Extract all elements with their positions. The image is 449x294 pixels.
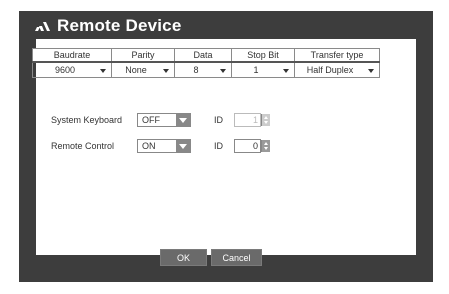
baudrate-value: 9600 [54, 65, 76, 75]
header-transfer-type: Transfer type [294, 48, 380, 63]
stop-bit-value: 1 [253, 65, 259, 75]
chevron-down-icon [163, 69, 169, 73]
chevron-down-icon [283, 69, 289, 73]
cancel-button[interactable]: Cancel [211, 249, 262, 266]
header-data: Data [174, 48, 232, 63]
system-keyboard-id-field[interactable]: 1 [234, 113, 261, 127]
ok-button[interactable]: OK [160, 249, 207, 266]
chevron-down-icon [220, 69, 226, 73]
header-baudrate: Baudrate [32, 48, 112, 63]
remote-control-id-label: ID [214, 141, 223, 151]
chevron-down-icon [368, 69, 374, 73]
parity-value: None [125, 65, 147, 75]
header-stop-bit: Stop Bit [231, 48, 295, 63]
system-keyboard-dropdown[interactable]: OFF [137, 113, 191, 127]
data-value: 8 [193, 65, 199, 75]
chevron-down-icon[interactable] [176, 114, 190, 126]
up-arrow-icon[interactable] [264, 142, 268, 145]
chevron-down-icon[interactable] [176, 140, 190, 152]
remote-control-label: Remote Control [51, 141, 115, 151]
transfer-type-value: Half Duplex [306, 65, 354, 75]
remote-control-id-spinner[interactable] [261, 140, 270, 152]
system-keyboard-id-label: ID [214, 115, 223, 125]
title-bar: Remote Device [19, 11, 433, 39]
remote-device-icon [35, 22, 50, 31]
parity-dropdown[interactable]: None [111, 61, 175, 78]
system-keyboard-label: System Keyboard [51, 115, 123, 125]
header-parity: Parity [111, 48, 175, 63]
serial-parameters-table: Baudrate Parity Data Stop Bit Transfer t… [32, 48, 380, 78]
stop-bit-dropdown[interactable]: 1 [231, 61, 295, 78]
remote-control-dropdown[interactable]: ON [137, 139, 191, 153]
baudrate-dropdown[interactable]: 9600 [32, 61, 112, 78]
down-arrow-icon[interactable] [264, 147, 268, 150]
data-dropdown[interactable]: 8 [174, 61, 232, 78]
down-arrow-icon[interactable] [264, 121, 268, 124]
up-arrow-icon[interactable] [264, 116, 268, 119]
chevron-down-icon [100, 69, 106, 73]
system-keyboard-id-spinner[interactable] [261, 114, 270, 126]
system-keyboard-value: OFF [142, 115, 160, 125]
transfer-type-dropdown[interactable]: Half Duplex [294, 61, 380, 78]
dialog-title: Remote Device [57, 16, 182, 35]
remote-control-value: ON [142, 141, 156, 151]
remote-control-id-field[interactable]: 0 [234, 139, 261, 153]
